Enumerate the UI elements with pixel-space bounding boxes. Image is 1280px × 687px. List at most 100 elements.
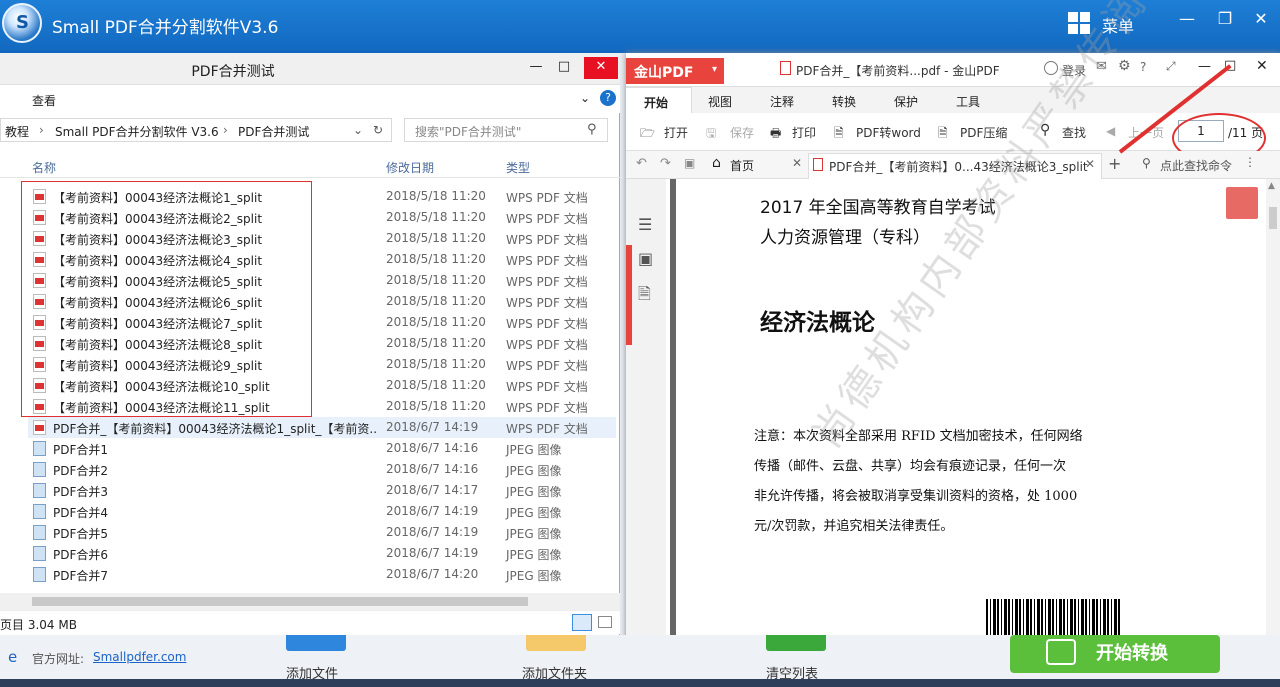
- website-label: 官方网址:: [32, 652, 85, 666]
- file-row[interactable]: 【考前资料】00043经济法概论8_split 2018/5/18 11:20 WP…: [28, 333, 616, 354]
- column-type[interactable]: 类型: [506, 159, 530, 176]
- open-button[interactable]: 打开: [664, 124, 688, 141]
- file-row[interactable]: PDF合并_【考前资料】00043经济法概论1_split_【考前资... 201…: [28, 417, 616, 438]
- tab-annotate[interactable]: 注释: [770, 93, 794, 110]
- file-row[interactable]: 【考前资料】00043经济法概论2_split 2018/5/18 11:20 WP…: [28, 207, 616, 228]
- undo-icon[interactable]: ↶: [636, 156, 647, 171]
- breadcrumb-item[interactable]: 教程: [5, 123, 29, 140]
- file-row[interactable]: 【考前资料】00043经济法概论11_split 2018/5/18 11:20 W…: [28, 396, 616, 417]
- file-name: PDF合并1: [53, 443, 109, 457]
- address-dropdown-icon[interactable]: ⌄: [353, 123, 363, 137]
- doc-tab-close-icon[interactable]: ✕: [1085, 157, 1095, 171]
- tab-start[interactable]: 开始: [626, 87, 692, 113]
- file-row[interactable]: PDF合并6 2018/6/7 14:19 JPEG 图像: [28, 543, 616, 564]
- scrollbar-thumb[interactable]: [32, 597, 528, 606]
- breadcrumb-item[interactable]: Small PDF合并分割软件 V3.6: [55, 123, 219, 140]
- pdf-close-button[interactable]: ✕: [1256, 58, 1268, 74]
- command-search-icon[interactable]: ⚲: [1142, 156, 1151, 170]
- address-row: 教程 › Small PDF合并分割软件 V3.6 › PDF合并测试 ⌄ ↻ …: [0, 115, 620, 145]
- help-icon[interactable]: ?: [600, 90, 616, 106]
- file-row[interactable]: 【考前资料】00043经济法概论9_split 2018/5/18 11:20 WP…: [28, 354, 616, 375]
- tab-tools[interactable]: 工具: [956, 93, 980, 110]
- explorer-maximize-button[interactable]: □: [550, 57, 578, 79]
- save-small-icon[interactable]: ▣: [684, 156, 695, 170]
- file-name: PDF合并7: [53, 569, 109, 583]
- help-icon[interactable]: ?: [1140, 60, 1146, 74]
- open-folder-icon[interactable]: 🗁: [640, 124, 655, 145]
- minimize-button[interactable]: —: [1176, 8, 1198, 30]
- file-type: JPEG 图像: [506, 443, 562, 457]
- print-icon[interactable]: 🖶: [770, 124, 781, 145]
- fullscreen-icon[interactable]: ⤢: [1166, 59, 1176, 74]
- document-tab-active[interactable]: PDF合并_【考前资料】0...43经济法概论3_split ✕: [808, 153, 1102, 179]
- attachments-icon[interactable]: 🗎: [638, 283, 651, 310]
- column-name[interactable]: 名称: [32, 159, 56, 176]
- scroll-up-icon[interactable]: ▲: [1268, 181, 1275, 191]
- file-row[interactable]: 【考前资料】00043经济法概论5_split 2018/5/18 11:20 WP…: [28, 270, 616, 291]
- tab-convert[interactable]: 转换: [832, 93, 856, 110]
- pdf-app-menu[interactable]: 金山PDF ▾: [626, 58, 724, 84]
- vertical-scrollbar[interactable]: ▲: [1266, 179, 1280, 641]
- file-row[interactable]: PDF合并5 2018/6/7 14:19 JPEG 图像: [28, 522, 616, 543]
- file-row[interactable]: PDF合并3 2018/6/7 14:17 JPEG 图像: [28, 480, 616, 501]
- explorer-close-button[interactable]: ✕: [584, 57, 618, 79]
- start-convert-button[interactable]: 开始转换: [1010, 635, 1220, 673]
- scrollbar-thumb[interactable]: [1269, 207, 1277, 229]
- file-row[interactable]: PDF合并4 2018/6/7 14:19 JPEG 图像: [28, 501, 616, 522]
- address-bar[interactable]: 教程 › Small PDF合并分割软件 V3.6 › PDF合并测试 ⌄ ↻: [0, 118, 392, 142]
- logo-dropdown-icon[interactable]: ▾: [712, 64, 717, 75]
- tab-view[interactable]: 视图: [708, 93, 732, 110]
- breadcrumb-item[interactable]: PDF合并测试: [238, 123, 309, 140]
- explorer-minimize-button[interactable]: —: [522, 57, 550, 79]
- website-link[interactable]: Smallpdfer.com: [93, 650, 186, 664]
- file-row[interactable]: PDF合并7 2018/6/7 14:20 JPEG 图像: [28, 564, 616, 585]
- file-explorer-window: PDF合并测试 — □ ✕ 查看 ⌄ ? 教程 › Small PDF合并分割软…: [0, 53, 620, 635]
- home-tab[interactable]: 首页: [730, 157, 754, 174]
- horizontal-scrollbar[interactable]: [0, 593, 620, 610]
- more-icon[interactable]: ⋮: [1244, 155, 1256, 169]
- file-row[interactable]: 【考前资料】00043经济法概论3_split 2018/5/18 11:20 WP…: [28, 228, 616, 249]
- close-button[interactable]: ✕: [1250, 8, 1272, 30]
- new-tab-icon[interactable]: +: [1108, 154, 1121, 173]
- compress-icon[interactable]: 🗎: [938, 124, 948, 145]
- file-row[interactable]: 【考前资料】00043经济法概论6_split 2018/5/18 11:20 WP…: [28, 291, 616, 312]
- thumbnails-icon[interactable]: ▣: [638, 249, 653, 268]
- to-word-icon[interactable]: 🗎: [834, 124, 844, 145]
- file-name: PDF合并_【考前资料】00043经济法概论1_split_【考前资...: [53, 422, 378, 436]
- search-icon[interactable]: ⚲: [587, 122, 597, 137]
- to-word-button[interactable]: PDF转word: [856, 124, 921, 141]
- home-icon[interactable]: ⌂: [712, 155, 721, 171]
- column-date[interactable]: 修改日期: [386, 159, 434, 176]
- floating-convert-icon[interactable]: [1226, 187, 1258, 219]
- file-row[interactable]: 【考前资料】00043经济法概论10_split 2018/5/18 11:20 W…: [28, 375, 616, 396]
- file-date: 2018/6/7 14:19: [386, 525, 479, 539]
- restore-button[interactable]: ❐: [1214, 8, 1236, 30]
- pdf-sidebar: ☰ ▣ 🗎: [626, 179, 666, 641]
- jpeg-file-icon: [33, 483, 46, 498]
- add-folder-icon[interactable]: [526, 635, 586, 651]
- file-row[interactable]: PDF合并2 2018/6/7 14:16 JPEG 图像: [28, 459, 616, 480]
- details-view-icon[interactable]: [572, 614, 592, 631]
- pdf-minimize-button[interactable]: —: [1198, 59, 1211, 74]
- pdf-document-title: PDF合并_【考前资料...pdf - 金山PDF: [796, 64, 1000, 78]
- refresh-icon[interactable]: ↻: [373, 123, 383, 137]
- sidebar-toggle-handle[interactable]: [626, 245, 632, 345]
- file-date: 2018/6/7 14:16: [386, 441, 479, 455]
- add-file-icon[interactable]: [286, 635, 346, 651]
- outline-icon[interactable]: ☰: [638, 215, 652, 234]
- command-search-input[interactable]: 点此查找命令: [1160, 157, 1244, 174]
- file-row[interactable]: PDF合并1 2018/6/7 14:16 JPEG 图像: [28, 438, 616, 459]
- thumbnail-view-icon[interactable]: [598, 616, 612, 628]
- search-input[interactable]: 搜索"PDF合并测试" ⚲: [404, 118, 608, 142]
- home-tab-close-icon[interactable]: ✕: [792, 156, 802, 170]
- file-row[interactable]: 【考前资料】00043经济法概论4_split 2018/5/18 11:20 WP…: [28, 249, 616, 270]
- file-row[interactable]: 【考前资料】00043经济法概论1_split 2018/5/18 11:20 WP…: [28, 186, 616, 207]
- redo-icon[interactable]: ↷: [660, 156, 671, 171]
- ribbon-tab-view[interactable]: 查看: [32, 92, 56, 109]
- pdf-file-icon: [33, 357, 46, 372]
- file-row[interactable]: 【考前资料】00043经济法概论7_split 2018/5/18 11:20 WP…: [28, 312, 616, 333]
- clear-list-icon[interactable]: [766, 635, 826, 651]
- print-button[interactable]: 打印: [792, 124, 816, 141]
- tab-protect[interactable]: 保护: [894, 93, 918, 110]
- ribbon-expand-chevron-icon[interactable]: ⌄: [580, 91, 590, 105]
